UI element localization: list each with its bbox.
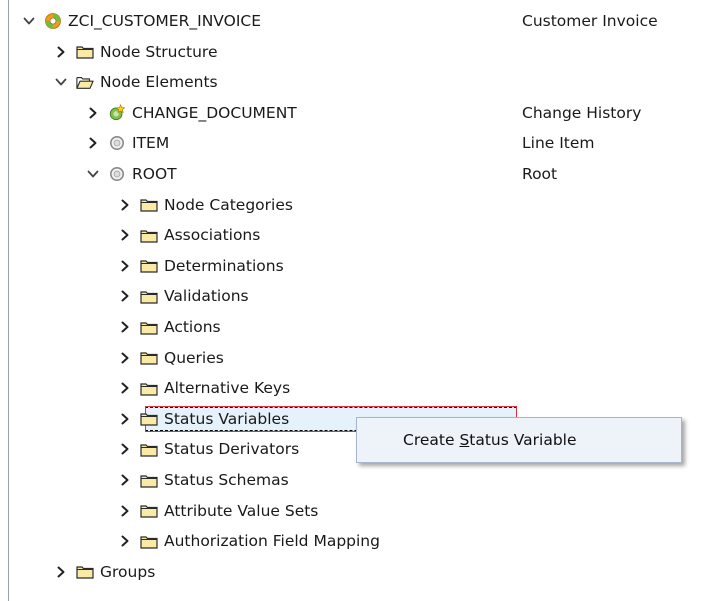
chevron-right-icon[interactable] [118, 412, 132, 426]
folder-icon [140, 472, 158, 488]
tree-row[interactable]: ITEM Line Item [0, 128, 726, 158]
folder-icon [76, 44, 94, 60]
bo-tree: ZCI_CUSTOMER_INVOICE Customer Invoice Node… [0, 0, 726, 601]
tree-node-label[interactable]: Alternative Keys [164, 373, 290, 403]
chevron-right-icon[interactable] [118, 259, 132, 273]
chevron-down-icon[interactable] [22, 14, 36, 28]
chevron-right-icon[interactable] [54, 565, 68, 579]
change-document-icon [108, 104, 126, 121]
menu-item-create-status-variable[interactable]: Create Status Variable [403, 418, 577, 462]
chevron-right-icon[interactable] [54, 45, 68, 59]
node-circle-icon [108, 135, 126, 151]
tree-row[interactable]: Groups [0, 557, 726, 587]
tree-node-label[interactable]: Associations [164, 220, 260, 250]
tree-row[interactable]: CHANGE_DOCUMENT Change History [0, 98, 726, 128]
chevron-right-icon[interactable] [118, 504, 132, 518]
tree-node-label[interactable]: Status Derivators [164, 434, 299, 464]
tree-node-label[interactable]: CHANGE_DOCUMENT [132, 98, 297, 128]
tree-node-label[interactable]: ITEM [132, 128, 169, 158]
tree-node-label[interactable]: Determinations [164, 251, 284, 281]
folder-icon [140, 319, 158, 335]
tree-row[interactable]: Validations [0, 281, 726, 311]
tree-node-label[interactable]: Queries [164, 343, 224, 373]
folder-open-icon [76, 74, 94, 90]
tree-node-label[interactable]: Node Elements [100, 67, 218, 97]
tree-node-description: Customer Invoice [522, 12, 658, 30]
tree-row[interactable]: Attribute Value Sets [0, 496, 726, 526]
chevron-right-icon[interactable] [118, 351, 132, 365]
tree-row[interactable]: Associations [0, 220, 726, 250]
folder-icon [140, 441, 158, 457]
tree-row[interactable]: Node Structure [0, 37, 726, 67]
chevron-down-icon[interactable] [86, 167, 100, 181]
chevron-right-icon[interactable] [118, 228, 132, 242]
chevron-right-icon[interactable] [118, 289, 132, 303]
folder-icon [76, 564, 94, 580]
tree-node-label[interactable]: Node Categories [164, 190, 293, 220]
tree-node-description: Line Item [522, 134, 595, 153]
folder-icon [140, 503, 158, 519]
tree-row[interactable]: Queries [0, 343, 726, 373]
bo-root-icon [44, 13, 62, 29]
tree-node-label[interactable]: ZCI_CUSTOMER_INVOICE [68, 6, 261, 36]
tree-node-label[interactable]: Attribute Value Sets [164, 496, 318, 526]
tree-row[interactable]: Node Categories [0, 190, 726, 220]
tree-node-label[interactable]: Node Structure [100, 37, 217, 67]
folder-icon [140, 197, 158, 213]
tree-node-label[interactable]: Status Schemas [164, 465, 289, 495]
folder-icon [140, 533, 158, 549]
folder-icon [140, 350, 158, 366]
chevron-right-icon[interactable] [86, 106, 100, 120]
chevron-right-icon[interactable] [118, 534, 132, 548]
chevron-right-icon[interactable] [118, 473, 132, 487]
tree-node-label[interactable]: ROOT [132, 159, 177, 189]
chevron-right-icon[interactable] [86, 136, 100, 150]
tree-row[interactable]: ROOT Root [0, 159, 726, 189]
tree-row[interactable]: Actions [0, 312, 726, 342]
tree-node-label[interactable]: Validations [164, 281, 249, 311]
tree-node-description: Root [522, 165, 558, 183]
tree-row[interactable]: Authorization Field Mapping [0, 526, 726, 556]
node-circle-icon [108, 166, 126, 182]
tree-row[interactable]: Alternative Keys [0, 373, 726, 403]
menu-item-mnemonic: S [459, 431, 470, 449]
menu-item-text-before: Create [403, 431, 460, 449]
tree-row[interactable]: ZCI_CUSTOMER_INVOICE Customer Invoice [0, 6, 726, 36]
context-menu: Create Status Variable [356, 417, 682, 463]
tree-node-label[interactable]: Actions [164, 312, 221, 342]
chevron-down-icon[interactable] [54, 75, 68, 89]
tree-node-label[interactable]: Groups [100, 557, 155, 587]
tree-row[interactable]: Status Schemas [0, 465, 726, 495]
tree-node-label[interactable]: Authorization Field Mapping [164, 526, 380, 556]
chevron-right-icon[interactable] [118, 320, 132, 334]
chevron-right-icon[interactable] [118, 381, 132, 395]
menu-item-text-after: tatus Variable [469, 431, 577, 449]
folder-icon [140, 380, 158, 396]
folder-icon [140, 227, 158, 243]
tree-node-label[interactable]: Status Variables [164, 404, 289, 434]
tree-node-description: Change History [522, 103, 642, 122]
chevron-right-icon[interactable] [118, 198, 132, 212]
folder-icon [140, 288, 158, 304]
tree-row[interactable]: Node Elements [0, 67, 726, 97]
chevron-right-icon[interactable] [118, 442, 132, 456]
folder-icon [140, 258, 158, 274]
tree-row[interactable]: Determinations [0, 251, 726, 281]
folder-icon [140, 411, 158, 427]
